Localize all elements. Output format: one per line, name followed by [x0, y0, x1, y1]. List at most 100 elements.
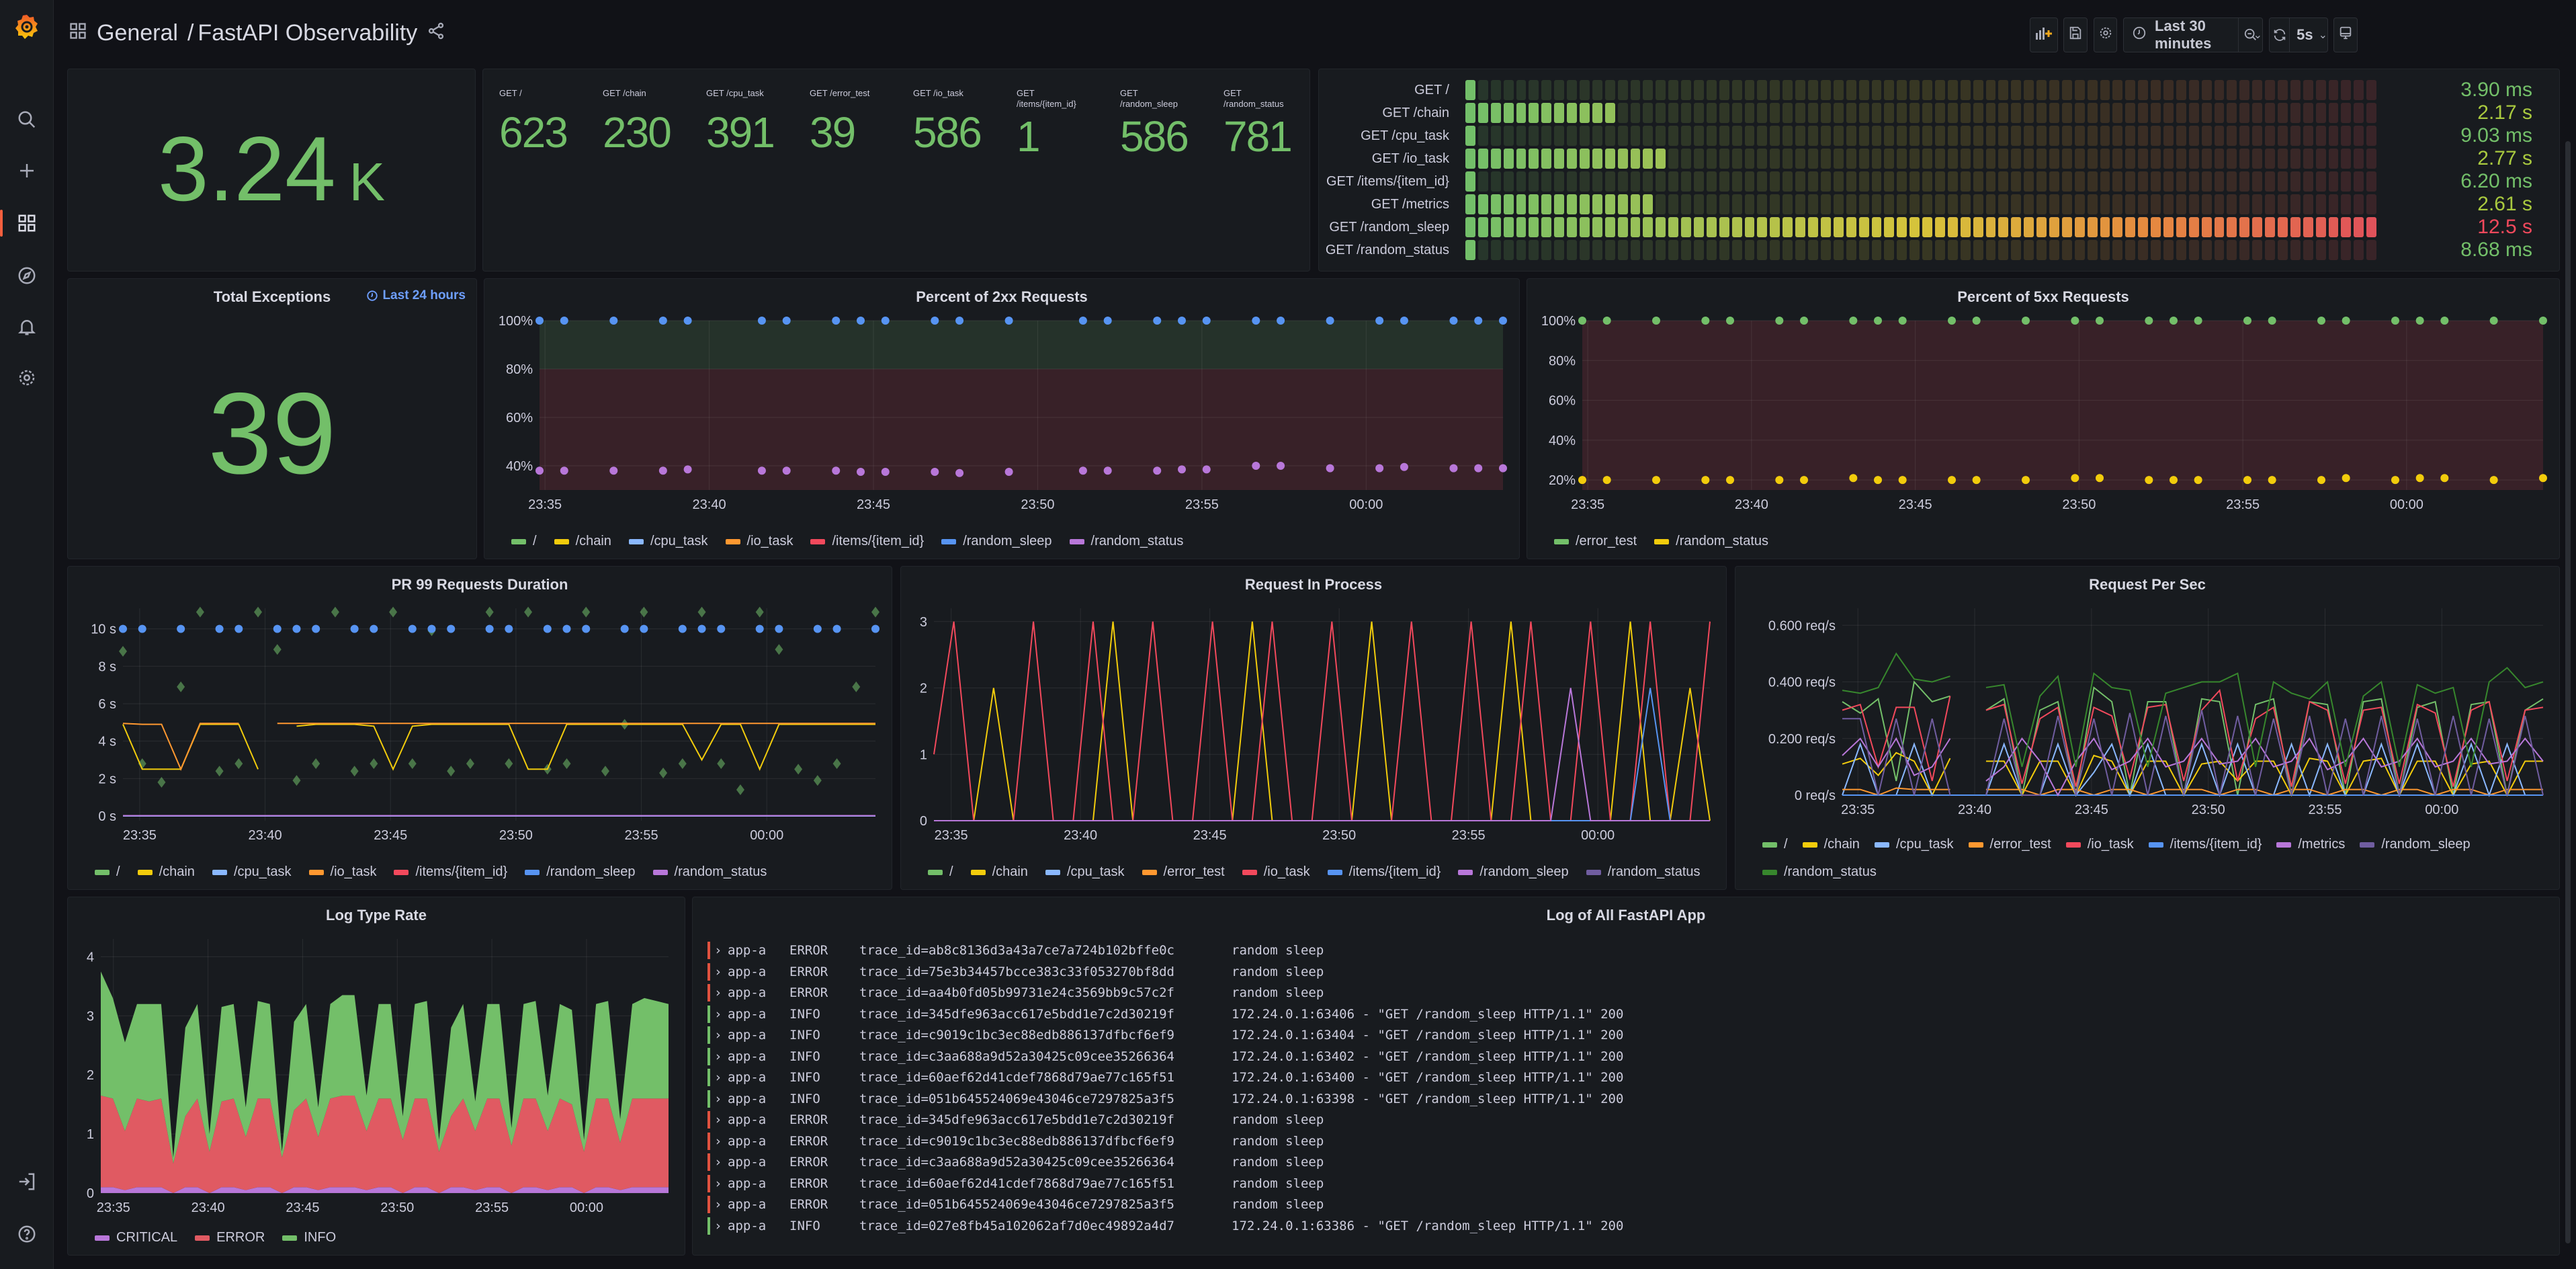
log-row[interactable]: › app-a ERROR trace_id=c3aa688a9d52a30425c0… — [707, 1152, 2546, 1172]
expand-chevron-icon[interactable]: › — [714, 1194, 722, 1215]
legend-item[interactable]: /cpu_task — [1874, 837, 1954, 852]
legend-item[interactable]: /items/{item_id} — [810, 534, 924, 549]
data-point-error-test — [2415, 317, 2424, 325]
log-row[interactable]: › app-a ERROR trace_id=60aef62d41cdef7868d7… — [707, 1174, 2546, 1194]
legend-item[interactable]: /io_task — [308, 864, 376, 880]
legend-item[interactable]: /random_status — [1762, 864, 1877, 880]
legend-item[interactable]: /cpu_task — [628, 534, 708, 549]
dashboard-settings-button[interactable] — [2094, 17, 2117, 52]
legend-item[interactable]: /items/{item_id} — [394, 864, 507, 880]
cycle-view-mode-button[interactable] — [2333, 17, 2358, 52]
breadcrumb-folder[interactable]: General — [97, 20, 178, 46]
legend-item[interactable]: /io_task — [2065, 837, 2134, 852]
legend-item[interactable]: / — [928, 864, 953, 880]
page-scrollbar[interactable] — [2565, 141, 2571, 1243]
dashboard-title[interactable]: FastAPI Observability — [198, 20, 417, 46]
legend-item[interactable]: /random_status — [1654, 534, 1768, 549]
save-dashboard-button[interactable] — [2063, 17, 2088, 52]
legend-item[interactable]: /random_sleep — [1458, 864, 1569, 880]
expand-chevron-icon[interactable]: › — [714, 1025, 722, 1045]
share-icon[interactable] — [427, 20, 445, 46]
expand-chevron-icon[interactable]: › — [714, 1216, 722, 1236]
panel-title[interactable]: Percent of 2xx Requests — [484, 288, 1519, 306]
x-tick-label: 23:35 — [123, 828, 157, 843]
expand-chevron-icon[interactable]: › — [714, 1174, 722, 1194]
refresh-button[interactable] — [2270, 18, 2290, 52]
legend-item[interactable]: / — [95, 864, 120, 880]
legend-item[interactable]: /random_status — [1586, 864, 1701, 880]
legend-item[interactable]: /metrics — [2276, 837, 2345, 852]
dashboards-icon[interactable] — [13, 210, 40, 237]
explore-compass-icon[interactable] — [13, 262, 40, 289]
log-row[interactable]: › app-a INFO trace_id=051b645524069e43046ce… — [707, 1089, 2546, 1109]
zoom-out-button[interactable] — [2238, 18, 2262, 52]
log-row[interactable]: › app-a ERROR trace_id=75e3b34457bcce383c33… — [707, 962, 2546, 982]
expand-chevron-icon[interactable]: › — [714, 962, 722, 982]
plus-icon[interactable] — [13, 157, 40, 184]
add-panel-button[interactable] — [2030, 17, 2058, 52]
legend-item[interactable]: /cpu_task — [212, 864, 292, 880]
log-list[interactable]: › app-a ERROR trace_id=ab8c8136d3a43a7ce7a7… — [707, 940, 2546, 1248]
panel-title[interactable]: PR 99 Requests Duration — [68, 576, 892, 593]
legend-item[interactable]: /random_status — [1069, 534, 1183, 549]
log-row[interactable]: › app-a ERROR trace_id=051b645524069e43046c… — [707, 1194, 2546, 1215]
expand-chevron-icon[interactable]: › — [714, 1110, 722, 1130]
legend-item[interactable]: /error_test — [1554, 534, 1637, 549]
log-row[interactable]: › app-a ERROR trace_id=ab8c8136d3a43a7ce7a7… — [707, 940, 2546, 960]
legend-item[interactable]: CRITICAL — [95, 1230, 177, 1245]
legend-item[interactable]: / — [511, 534, 537, 549]
legend-item[interactable]: /chain — [1802, 837, 1860, 852]
legend-item[interactable]: /random_status — [652, 864, 767, 880]
legend-item[interactable]: /io_task — [1242, 864, 1310, 880]
log-row[interactable]: › app-a INFO trace_id=c3aa688a9d52a30425c09… — [707, 1047, 2546, 1067]
legend-item[interactable]: /chain — [137, 864, 195, 880]
data-point-random-sleep — [1400, 317, 1408, 325]
grafana-logo-icon[interactable] — [13, 13, 40, 40]
legend-item[interactable]: /items/{item_id} — [2148, 837, 2262, 852]
expand-chevron-icon[interactable]: › — [714, 1067, 722, 1088]
expand-chevron-icon[interactable]: › — [714, 1131, 722, 1151]
bar-gauge-cell — [1567, 194, 1578, 214]
log-row[interactable]: › app-a ERROR trace_id=c9019c1bc3ec88edb886… — [707, 1131, 2546, 1151]
legend-item[interactable]: /random_sleep — [2360, 837, 2471, 852]
panel-title[interactable]: Request Per Sec — [1735, 576, 2559, 593]
panel-title[interactable]: Percent of 5xx Requests — [1527, 288, 2559, 306]
legend-item[interactable]: /cpu_task — [1045, 864, 1125, 880]
panel-title[interactable]: Request In Process — [901, 576, 1726, 593]
time-range-picker[interactable]: Last 30 minutes ⌄ — [2123, 17, 2263, 52]
legend-item[interactable]: /random_sleep — [941, 534, 1052, 549]
legend-item[interactable]: /random_sleep — [525, 864, 636, 880]
expand-chevron-icon[interactable]: › — [714, 940, 722, 960]
legend-item[interactable]: / — [1762, 837, 1788, 852]
legend-item[interactable]: ERROR — [195, 1230, 265, 1245]
expand-chevron-icon[interactable]: › — [714, 1004, 722, 1024]
log-row[interactable]: › app-a INFO trace_id=027e8fb45a102062af7d0… — [707, 1216, 2546, 1236]
log-row[interactable]: › app-a ERROR trace_id=345dfe963acc617e5bdd… — [707, 1110, 2546, 1130]
data-point-random-status — [2071, 474, 2079, 483]
panel-title[interactable]: Log Type Rate — [68, 907, 685, 924]
configuration-gear-icon[interactable] — [13, 364, 40, 391]
expand-chevron-icon[interactable]: › — [714, 1047, 722, 1067]
log-row[interactable]: › app-a INFO trace_id=c9019c1bc3ec88edb8861… — [707, 1025, 2546, 1045]
bar-gauge-cell — [1694, 194, 1704, 214]
panel-title[interactable]: Log of All FastAPI App — [693, 907, 2559, 924]
expand-chevron-icon[interactable]: › — [714, 1089, 722, 1109]
legend-item[interactable]: /chain — [554, 534, 611, 549]
refresh-interval[interactable]: 5s — [2296, 26, 2313, 44]
expand-chevron-icon[interactable]: › — [714, 983, 722, 1003]
log-row[interactable]: › app-a ERROR trace_id=aa4b0fd05b99731e24c3… — [707, 983, 2546, 1003]
legend-item[interactable]: /items/{item_id} — [1327, 864, 1441, 880]
refresh-picker[interactable]: 5s ⌄ — [2269, 17, 2328, 52]
search-icon[interactable] — [13, 106, 40, 133]
expand-chevron-icon[interactable]: › — [714, 1152, 722, 1172]
sign-in-icon[interactable] — [13, 1168, 40, 1195]
legend-item[interactable]: INFO — [282, 1230, 336, 1245]
legend-item[interactable]: /error_test — [1142, 864, 1225, 880]
alerting-bell-icon[interactable] — [13, 313, 40, 340]
log-row[interactable]: › app-a INFO trace_id=345dfe963acc617e5bdd1… — [707, 1004, 2546, 1024]
legend-item[interactable]: /chain — [970, 864, 1028, 880]
help-icon[interactable] — [13, 1221, 40, 1247]
log-row[interactable]: › app-a INFO trace_id=60aef62d41cdef7868d79… — [707, 1067, 2546, 1088]
legend-item[interactable]: /error_test — [1968, 837, 2051, 852]
legend-item[interactable]: /io_task — [725, 534, 793, 549]
